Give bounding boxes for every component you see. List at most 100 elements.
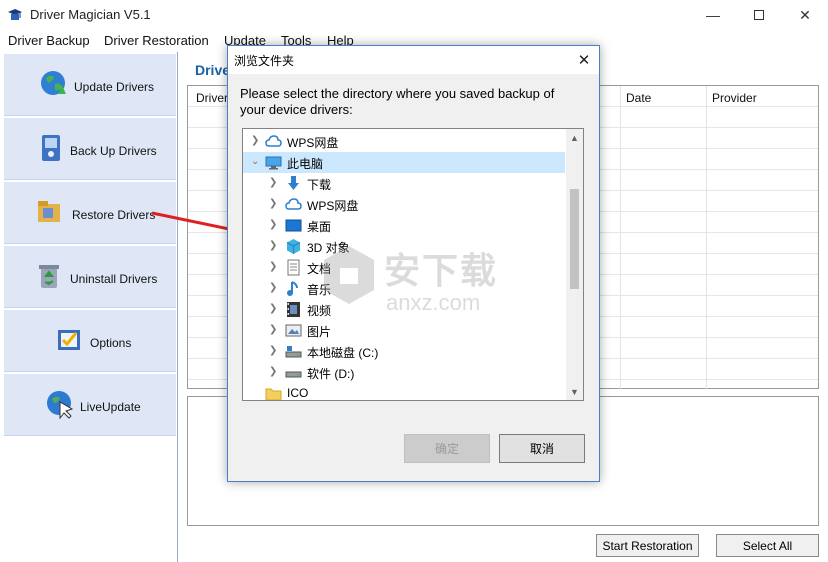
download-icon (288, 176, 299, 190)
browse-folder-dialog: 浏览文件夹 ✕ Please select the directory wher… (227, 45, 600, 482)
chevron-down-icon: ▼ (570, 386, 579, 397)
close-icon: ✕ (799, 6, 811, 23)
backup-icon (42, 135, 60, 161)
cloud-icon (265, 135, 282, 147)
tree-item[interactable]: ❯ 桌面 (243, 215, 565, 236)
app-title: Driver Magician V5.1 (30, 7, 151, 22)
chevron-right-icon[interactable]: ❯ (269, 324, 279, 336)
dialog-close-button[interactable]: ✕ (569, 46, 599, 74)
tree-item-label: 此电脑 (287, 157, 324, 171)
sidebar-item-label: Update Drivers (74, 80, 155, 94)
cancel-button[interactable]: 取消 (499, 434, 585, 463)
tree-item-label: 文档 (307, 262, 332, 276)
app-icon (8, 9, 22, 20)
chevron-right-icon[interactable]: ❯ (269, 240, 279, 252)
scroll-down-button[interactable]: ▼ (566, 383, 583, 400)
menu-driver-restoration[interactable]: Driver Restoration (104, 33, 209, 48)
tree-item[interactable]: ❯ 音乐 (243, 278, 565, 299)
chevron-right-icon[interactable]: ❯ (269, 345, 279, 357)
sidebar-item-label: LiveUpdate (80, 400, 141, 414)
tree-item[interactable]: ICO (243, 383, 565, 400)
column-header-date[interactable]: Date (626, 91, 651, 105)
sidebar-item-label: Restore Drivers (72, 208, 156, 222)
sidebar-item-liveupdate[interactable]: LiveUpdate (4, 374, 176, 436)
tree-item-label: 软件 (D:) (307, 367, 355, 381)
chevron-right-icon[interactable]: ❯ (269, 198, 279, 210)
folder-icon (265, 388, 282, 400)
video-icon (287, 302, 300, 317)
maximize-button[interactable] (736, 0, 782, 30)
picture-icon (285, 324, 302, 337)
sidebar-item-back-up-drivers[interactable]: Back Up Drivers (4, 118, 176, 180)
close-button[interactable]: ✕ (782, 0, 828, 30)
menu-driver-backup[interactable]: Driver Backup (8, 33, 90, 48)
tree-item[interactable]: ❯ 图片 (243, 320, 565, 341)
tree-item[interactable]: ❯ WPS网盘 (243, 194, 565, 215)
chevron-right-icon[interactable]: ❯ (269, 261, 279, 273)
chevron-right-icon[interactable]: ❯ (269, 303, 279, 315)
tree-item-label: WPS网盘 (307, 199, 359, 213)
computer-icon (265, 156, 282, 170)
cube-icon (286, 239, 301, 254)
chevron-up-icon: ▲ (570, 132, 579, 143)
ok-button[interactable]: 确定 (404, 434, 490, 463)
tree-item-label: 图片 (307, 325, 332, 339)
column-header-driver[interactable]: Driver (196, 91, 228, 105)
tree-item-selected[interactable]: ⌄ 此电脑 (243, 152, 565, 173)
maximize-icon (754, 10, 764, 20)
tree-item[interactable]: ❯ 视频 (243, 299, 565, 320)
tree-scrollbar[interactable]: ▲ ▼ (566, 129, 583, 400)
scroll-up-button[interactable]: ▲ (566, 129, 583, 146)
tree-item[interactable]: ❯ WPS网盘 (243, 131, 565, 152)
tree-item-label: 视频 (307, 304, 332, 318)
chevron-right-icon[interactable]: ❯ (269, 282, 279, 294)
sidebar: Update Drivers Back Up Drivers Restore D… (0, 52, 178, 562)
tree-item[interactable]: ❯ 3D 对象 (243, 236, 565, 257)
select-all-button[interactable]: Select All (716, 534, 819, 557)
dialog-title-bar: 浏览文件夹 ✕ (228, 46, 599, 74)
tree-item-label: 本地磁盘 (C:) (307, 346, 379, 360)
column-separator (620, 86, 621, 390)
sidebar-item-options[interactable]: Options (4, 310, 176, 372)
live-update-icon (47, 391, 74, 420)
tree-item-label: 下载 (307, 178, 332, 192)
minimize-icon: — (706, 7, 720, 23)
chevron-right-icon[interactable]: ❯ (269, 177, 279, 189)
tree-item-label: 桌面 (307, 220, 332, 234)
sidebar-item-update-drivers[interactable]: Update Drivers (4, 54, 176, 116)
chevron-right-icon[interactable]: ❯ (269, 366, 279, 378)
cloud-icon (285, 198, 302, 210)
tree-item[interactable]: ❯ 软件 (D:) (243, 362, 565, 383)
music-icon (287, 281, 298, 296)
title-bar: Driver Magician V5.1 — ✕ (0, 0, 828, 30)
dialog-title: 浏览文件夹 (234, 54, 295, 68)
column-header-provider[interactable]: Provider (712, 91, 757, 105)
sidebar-item-label: Uninstall Drivers (70, 272, 158, 286)
sidebar-item-label: Back Up Drivers (70, 144, 157, 158)
minimize-button[interactable]: — (690, 0, 736, 30)
tree-item-label: 3D 对象 (307, 241, 350, 255)
options-icon (58, 330, 80, 350)
chevron-down-icon[interactable]: ⌄ (251, 156, 261, 168)
document-icon (287, 259, 300, 276)
tree-item[interactable]: ❯ 本地磁盘 (C:) (243, 341, 565, 362)
desktop-icon (285, 219, 302, 232)
tree-item[interactable]: ❯ 文档 (243, 257, 565, 278)
sidebar-item-label: Options (90, 336, 132, 350)
globe-update-icon (41, 71, 66, 95)
recycle-bin-icon (39, 265, 59, 288)
column-separator (706, 86, 707, 390)
drive-c-icon (285, 346, 302, 358)
close-icon: ✕ (577, 52, 591, 69)
tree-item-label: ICO (287, 386, 309, 400)
folder-tree[interactable]: ❯ WPS网盘 ⌄ 此电脑 ❯ 下载 ❯ WPS网盘 ❯ 桌面 ❯ 3D 对象 … (242, 128, 584, 401)
scrollbar-thumb[interactable] (570, 189, 579, 289)
start-restoration-button[interactable]: Start Restoration (596, 534, 699, 557)
chevron-right-icon[interactable]: ❯ (269, 219, 279, 231)
page-title: Drive (195, 62, 231, 78)
chevron-right-icon[interactable]: ❯ (251, 135, 261, 147)
sidebar-item-uninstall-drivers[interactable]: Uninstall Drivers (4, 246, 176, 308)
tree-item[interactable]: ❯ 下载 (243, 173, 565, 194)
drive-d-icon (285, 371, 302, 378)
dialog-prompt: Please select the directory where you sa… (240, 86, 555, 117)
